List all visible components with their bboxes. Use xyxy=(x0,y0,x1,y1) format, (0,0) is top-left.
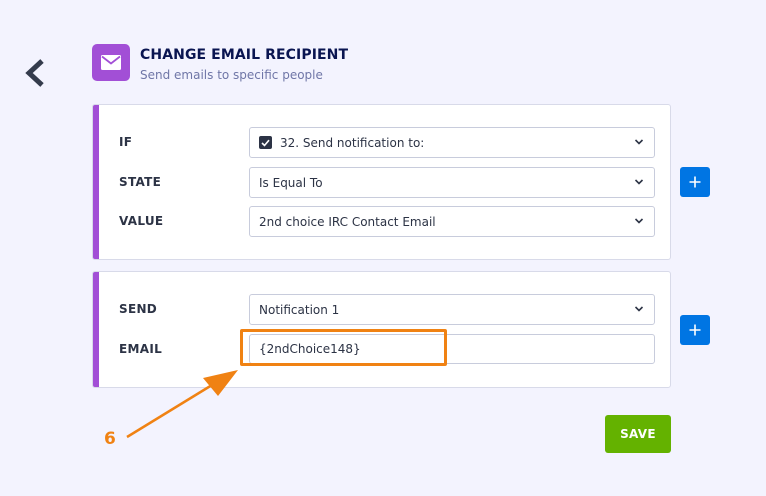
step-number: 6 xyxy=(104,429,116,449)
save-button[interactable]: SAVE xyxy=(605,415,671,453)
